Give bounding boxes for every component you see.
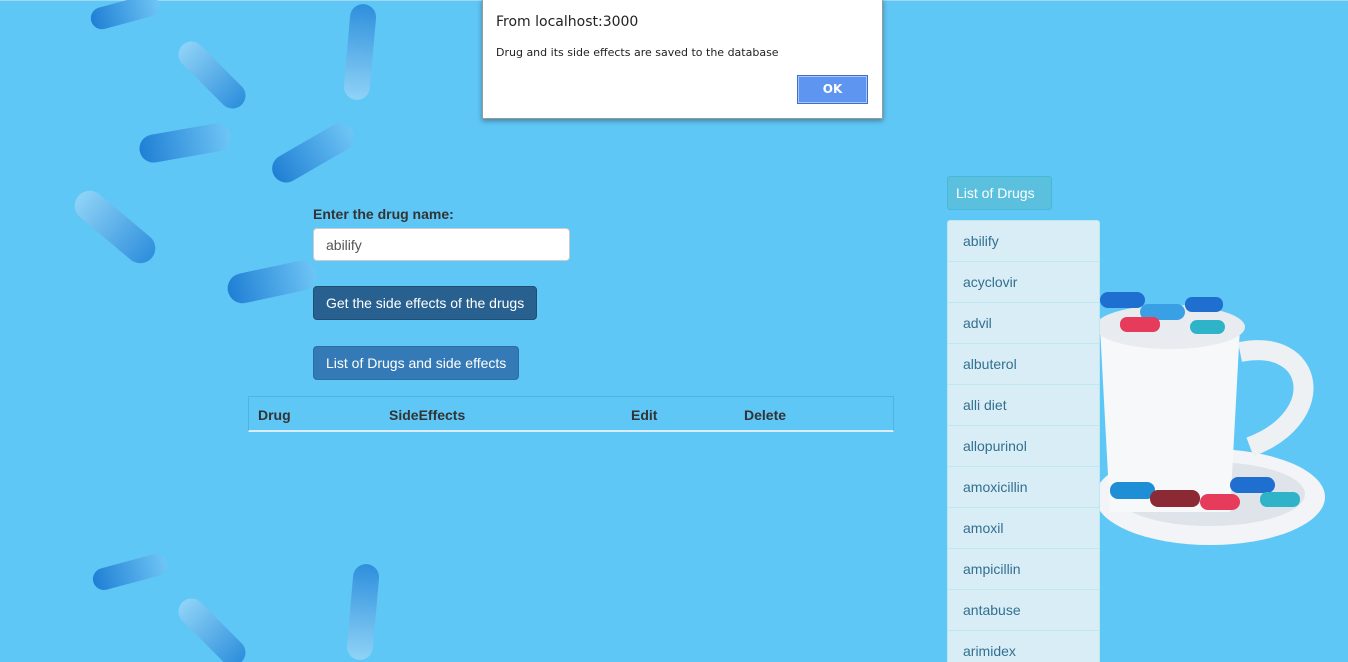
- drug-list-item[interactable]: arimidex: [947, 631, 1100, 662]
- drug-name-label: Enter the drug name:: [313, 206, 454, 222]
- alert-dialog: From localhost:3000 Drug and its side ef…: [482, 0, 883, 119]
- drug-list-item[interactable]: alli diet: [947, 385, 1100, 426]
- pill-cup-image: [1095, 292, 1325, 545]
- dialog-ok-button[interactable]: OK: [797, 75, 868, 104]
- table-header-edit: Edit: [631, 407, 658, 423]
- drug-list-item[interactable]: antabuse: [947, 590, 1100, 631]
- get-side-effects-button[interactable]: Get the side effects of the drugs: [313, 286, 538, 320]
- dialog-title: From localhost:3000: [496, 14, 639, 30]
- drug-list-item[interactable]: allopurinol: [947, 426, 1100, 467]
- drug-list-item[interactable]: amoxicillin: [947, 467, 1100, 508]
- drug-list-item[interactable]: albuterol: [947, 344, 1100, 385]
- drug-list-item[interactable]: advil: [947, 303, 1100, 344]
- drug-list: abilify acyclovir advil albuterol alli d…: [947, 220, 1100, 662]
- list-of-drugs-button[interactable]: List of Drugs: [947, 176, 1052, 210]
- drug-name-input[interactable]: [313, 228, 570, 261]
- table-header-sideeffects: SideEffects: [389, 407, 466, 423]
- drug-table: Drug SideEffects Edit Delete: [248, 396, 894, 432]
- dialog-message: Drug and its side effects are saved to t…: [496, 46, 779, 59]
- table-header-drug: Drug: [258, 407, 291, 423]
- pill-icon: [74, 0, 380, 662]
- drug-list-item[interactable]: amoxil: [947, 508, 1100, 549]
- drug-list-item[interactable]: ampicillin: [947, 549, 1100, 590]
- drug-list-item[interactable]: abilify: [947, 220, 1100, 262]
- drug-list-item[interactable]: acyclovir: [947, 262, 1100, 303]
- table-header-delete: Delete: [744, 407, 787, 423]
- list-drugs-side-effects-button[interactable]: List of Drugs and side effects: [313, 346, 520, 380]
